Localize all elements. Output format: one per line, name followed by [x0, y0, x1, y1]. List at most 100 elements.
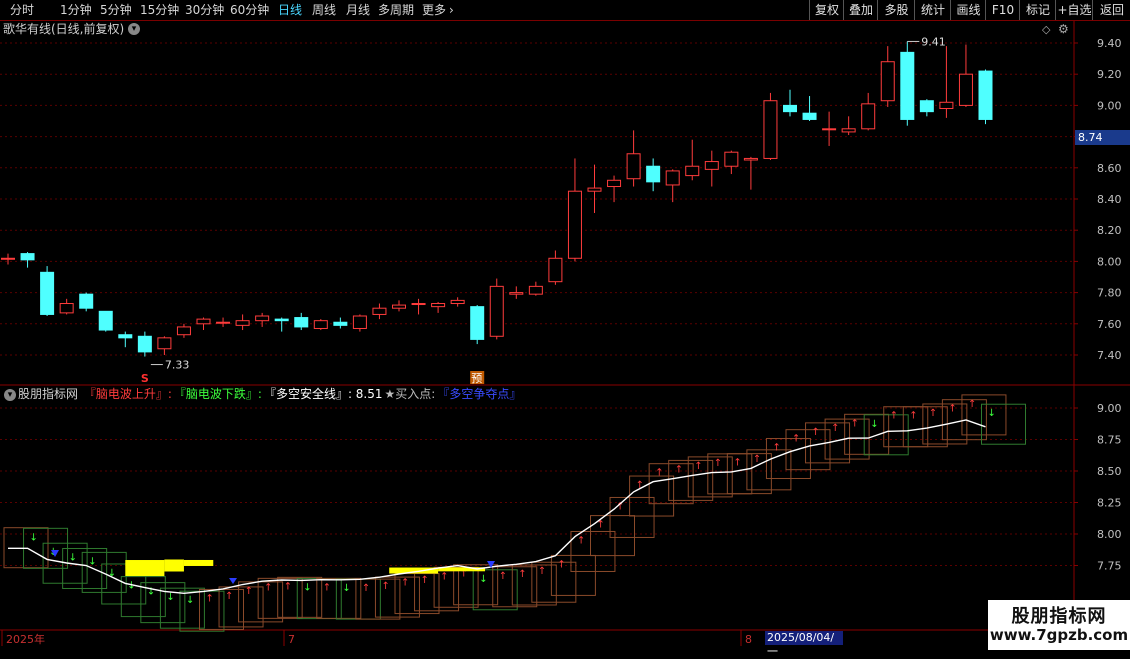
up-arrow-icon: ↑	[284, 581, 292, 592]
candle-body	[587, 187, 602, 192]
candle-body	[40, 271, 55, 315]
up-arrow-icon: ↑	[538, 566, 546, 577]
candle-body	[528, 285, 543, 295]
candle-body	[98, 310, 113, 331]
down-arrow-icon: ↓	[186, 595, 194, 606]
price-axis-label: 8.20	[1097, 224, 1122, 237]
candle-body	[450, 299, 465, 305]
candle-body	[548, 257, 563, 283]
up-arrow-icon: ↑	[792, 434, 800, 445]
up-arrow-icon: ↑	[948, 404, 956, 415]
down-arrow-icon: ↓	[342, 583, 350, 594]
price-axis-label: 7.60	[1097, 318, 1122, 331]
up-arrow-icon: ↑	[675, 464, 683, 475]
up-arrow-icon: ↑	[851, 418, 859, 429]
up-arrow-icon: ↑	[264, 582, 272, 593]
candle-body	[274, 318, 289, 322]
down-arrow-icon: ↓	[127, 581, 135, 592]
price-axis-label: 7.80	[1097, 287, 1122, 300]
up-arrow-icon: ↑	[401, 578, 409, 589]
up-arrow-icon: ↑	[772, 442, 780, 453]
up-arrow-icon: ↑	[733, 458, 741, 469]
candle-body	[802, 112, 817, 120]
buy-point-marker	[229, 578, 237, 584]
date-axis-label: 7	[288, 633, 295, 646]
low-price-label: 7.33	[165, 359, 190, 372]
candle-body	[646, 165, 661, 183]
up-arrow-icon: ↑	[206, 593, 214, 604]
up-arrow-icon: ↑	[909, 411, 917, 422]
forecast-marker: 预	[471, 372, 482, 385]
price-axis-label: 9.40	[1097, 37, 1122, 50]
indicator-axis-label: 8.00	[1097, 528, 1122, 541]
watermark-url: www.7gpzb.com	[989, 626, 1129, 644]
candle-body	[939, 101, 954, 110]
candle-body	[841, 128, 856, 133]
candle-body	[79, 293, 94, 309]
candle-body	[20, 253, 35, 261]
down-arrow-icon: ↓	[69, 552, 77, 563]
candle-body	[763, 100, 778, 159]
candle-body	[176, 326, 191, 336]
candle-body	[196, 318, 211, 325]
up-arrow-icon: ↑	[225, 591, 233, 602]
price-axis-label: 8.40	[1097, 193, 1122, 206]
candle-body	[235, 320, 250, 326]
up-arrow-icon: ↑	[929, 408, 937, 419]
candle-body	[626, 153, 641, 180]
candle-body	[900, 51, 915, 120]
up-arrow-icon: ↑	[557, 559, 565, 570]
contest-zone-bar	[183, 559, 214, 566]
candle-body	[978, 70, 993, 120]
candle-body	[157, 337, 172, 350]
kline-chart[interactable]: 9.409.209.008.808.608.408.208.007.807.60…	[0, 0, 1130, 650]
candle-body	[137, 335, 152, 353]
price-axis-label: 8.00	[1097, 255, 1122, 268]
indicator-title: ▾ 股朋指标网 『脑电波上升』: 『脑电波下跌』: 『多空安全线』: 8.51 ★买入点…	[0, 386, 525, 402]
up-arrow-icon: ↑	[968, 399, 976, 410]
indicator-axis-label: 8.25	[1097, 497, 1122, 510]
candle-body	[743, 157, 758, 161]
chevron-down-icon[interactable]: ▾	[4, 388, 16, 401]
candle-body	[294, 317, 309, 328]
up-arrow-icon: ↑	[440, 571, 448, 582]
up-arrow-icon: ↑	[890, 411, 898, 422]
candle-body	[958, 73, 973, 106]
candle-body	[118, 334, 133, 339]
date-axis-label: 8	[745, 633, 752, 646]
up-arrow-icon: ↑	[323, 582, 331, 593]
candle-body	[392, 304, 406, 309]
up-arrow-icon: ↑	[655, 468, 663, 479]
price-axis-label: 7.40	[1097, 349, 1122, 362]
candle-body	[685, 165, 700, 177]
candle-body	[489, 285, 504, 337]
up-arrow-icon: ↑	[812, 427, 820, 438]
watermark-title: 股朋指标网	[1011, 606, 1107, 627]
candle-body	[411, 303, 426, 306]
candle-body	[704, 161, 719, 170]
up-arrow-icon: ↑	[421, 575, 429, 586]
price-axis-label: 8.60	[1097, 162, 1122, 175]
sell-signal-marker: S	[141, 372, 149, 385]
up-arrow-icon: ↑	[362, 583, 370, 594]
legend-item: 『脑电波下跌』:	[173, 387, 262, 401]
down-arrow-icon: ↓	[88, 556, 96, 567]
candle-body	[352, 315, 367, 329]
candle-body	[783, 104, 797, 113]
current-price-tag: 8.74	[1075, 130, 1130, 145]
candle-body	[607, 179, 622, 188]
price-axis-label: 9.00	[1097, 99, 1122, 112]
contest-zone-bar	[125, 560, 165, 577]
candle-body	[255, 315, 270, 322]
up-arrow-icon: ↑	[714, 458, 722, 469]
up-arrow-icon: ↑	[245, 586, 253, 597]
down-arrow-icon: ↓	[303, 583, 311, 594]
candle-body	[470, 306, 485, 340]
candle-body	[509, 292, 524, 295]
candle-body	[861, 103, 876, 130]
date-cursor-label: 2025/08/04/一	[765, 631, 843, 658]
indicator-axis-label: 8.50	[1097, 465, 1122, 478]
up-arrow-icon: ↑	[694, 461, 702, 472]
legend-item: ★买入点:	[384, 387, 436, 401]
candle-body	[880, 61, 895, 102]
